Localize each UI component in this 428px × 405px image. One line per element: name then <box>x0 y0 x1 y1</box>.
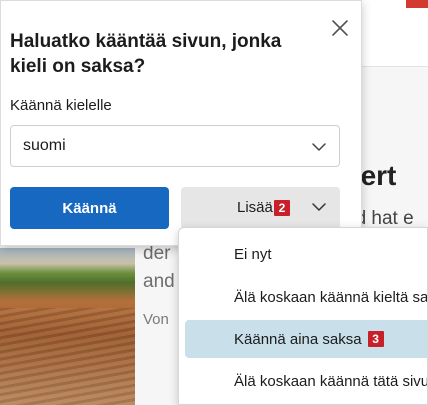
background-text-line: and <box>143 271 175 292</box>
menu-item-label: Älä koskaan käännä kieltä saksa <box>234 288 428 306</box>
background-text-line: der <box>143 243 171 264</box>
background-photo-furrows <box>0 308 135 405</box>
close-button[interactable] <box>325 13 355 43</box>
menu-item-never-translate-site[interactable]: Älä koskaan käännä tätä sivustoa <box>185 362 428 400</box>
translate-button[interactable]: Käännä <box>10 187 169 229</box>
menu-item-label: Älä koskaan käännä tätä sivustoa <box>234 372 428 390</box>
menu-item-always-translate-language[interactable]: Käännä aina saksa 3 <box>185 320 427 358</box>
step-badge: 3 <box>367 331 384 347</box>
popup-title: Haluatko kääntää sivun, jonka kieli on s… <box>10 31 282 77</box>
chevron-down-icon <box>312 203 326 211</box>
menu-item-not-now[interactable]: Ei nyt <box>185 235 427 273</box>
translate-popup: Haluatko kääntää sivun, jonka kieli on s… <box>0 0 362 246</box>
translate-button-label: Käännä <box>62 199 117 217</box>
more-options-menu: Ei nyt Älä koskaan käännä kieltä saksa K… <box>178 227 428 405</box>
more-options-label: Lisää <box>237 199 273 216</box>
target-language-label: Käännä kielelle <box>10 97 112 114</box>
menu-item-label: Ei nyt <box>234 245 272 263</box>
close-icon <box>332 20 348 36</box>
menu-item-label: Käännä aina saksa <box>234 330 362 348</box>
target-language-select[interactable]: suomi <box>10 125 340 167</box>
chevron-down-icon <box>312 143 326 151</box>
background-accent-strip <box>406 0 428 8</box>
background-byline: Von <box>143 311 169 328</box>
step-badge: 2 <box>274 200 290 216</box>
target-language-value: suomi <box>23 137 66 154</box>
background-field-photo <box>0 248 135 405</box>
menu-item-never-translate-language[interactable]: Älä koskaan käännä kieltä saksa <box>185 278 428 316</box>
more-options-button[interactable]: Lisää 2 <box>181 187 340 229</box>
